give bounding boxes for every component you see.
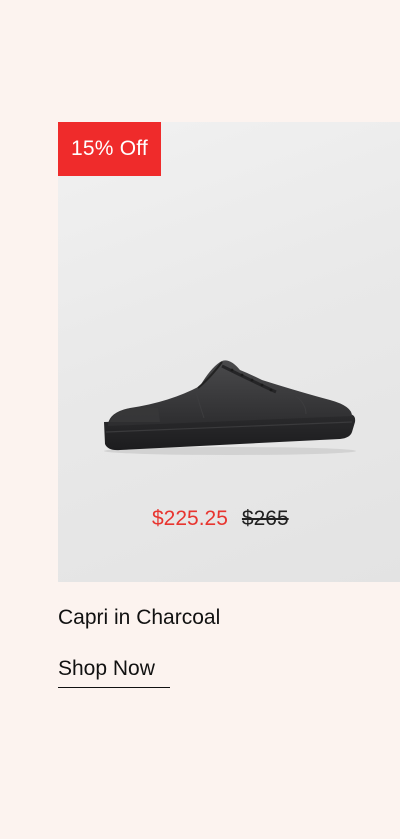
original-price: $265 bbox=[241, 507, 289, 530]
product-card-page: 15% Off $225.25 $265 Capri in Charcoal S… bbox=[0, 0, 400, 839]
product-name: Capri in Charcoal bbox=[58, 606, 221, 629]
sale-price: $225.25 bbox=[152, 507, 228, 530]
shoe-image bbox=[104, 360, 356, 455]
discount-badge: 15% Off bbox=[58, 122, 161, 176]
price-row: $225.25 $265 bbox=[58, 507, 400, 531]
shop-now-link[interactable]: Shop Now bbox=[58, 657, 170, 688]
product-image-panel[interactable]: 15% Off $225.25 $265 bbox=[58, 122, 400, 582]
